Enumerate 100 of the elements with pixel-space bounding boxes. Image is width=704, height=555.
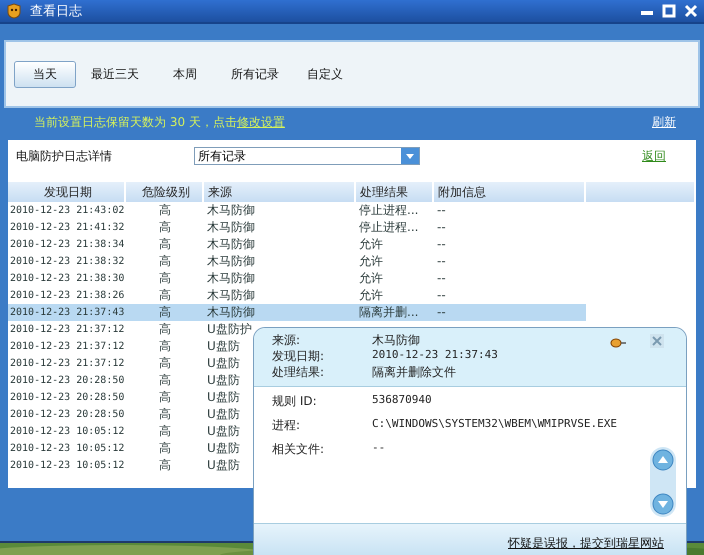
table-cell: U盘防 bbox=[207, 424, 240, 439]
table-cell: U盘防 bbox=[207, 458, 240, 473]
table-cell: 允许 bbox=[359, 254, 383, 269]
table-cell: U盘防 bbox=[207, 407, 240, 422]
table-cell: 高 bbox=[159, 373, 171, 388]
table-cell-text: 2010-12-23 10:05:12 bbox=[10, 425, 124, 439]
table-cell: 木马防御 bbox=[207, 288, 255, 303]
table-cell: 高 bbox=[159, 237, 171, 252]
table-cell-text: 2010-12-23 20:28:50 bbox=[10, 408, 124, 422]
table-cell: 高 bbox=[159, 203, 171, 218]
column-header[interactable]: 处理结果 bbox=[356, 182, 434, 202]
table-row[interactable]: 2010-12-23 21:38:34 高 木马防御 允许 -- bbox=[8, 236, 586, 253]
detail-label: 进程: bbox=[272, 417, 302, 434]
window-title: 查看日志 bbox=[30, 3, 83, 20]
table-cell: 木马防御 bbox=[207, 203, 255, 218]
scroll-up-button[interactable] bbox=[652, 449, 674, 471]
table-cell-text: 2010-12-23 20:28:50 bbox=[10, 374, 124, 388]
column-header[interactable]: 发现日期 bbox=[8, 182, 126, 202]
table-cell: 高 bbox=[159, 339, 171, 354]
table-cell: -- bbox=[437, 271, 446, 286]
pin-icon[interactable] bbox=[610, 338, 626, 348]
table-cell-text: 2010-12-23 21:41:32 bbox=[10, 221, 124, 235]
filter-label: 电脑防护日志详情 bbox=[16, 148, 113, 164]
table-cell: U盘防护 bbox=[207, 322, 252, 337]
column-header[interactable]: 附加信息 bbox=[434, 182, 586, 202]
table-cell: 停止进程... bbox=[359, 203, 418, 218]
detail-value: 木马防御 bbox=[372, 332, 421, 348]
maximize-icon[interactable] bbox=[662, 4, 676, 18]
table-cell: 木马防御 bbox=[207, 254, 255, 269]
table-cell: 木马防御 bbox=[207, 271, 255, 286]
table-cell: 高 bbox=[159, 356, 171, 371]
table-cell: 高 bbox=[159, 424, 171, 439]
table-cell: 木马防御 bbox=[207, 237, 255, 252]
column-header[interactable]: 危险级别 bbox=[126, 182, 204, 202]
table-row[interactable]: 2010-12-23 21:38:30 高 木马防御 允许 -- bbox=[8, 270, 586, 287]
table-cell: -- bbox=[437, 254, 446, 269]
report-link[interactable]: 怀疑是误报，提交到瑞星网站 bbox=[508, 535, 664, 552]
table-cell-text: 2010-12-23 10:05:12 bbox=[10, 442, 124, 456]
retention-notice: 当前设置日志保留天数为 30 天，点击 bbox=[34, 114, 237, 130]
table-cell: -- bbox=[437, 288, 446, 303]
table-cell: 允许 bbox=[359, 237, 383, 252]
detail-label: 来源: bbox=[272, 332, 302, 348]
detail-value: C:\WINDOWS\SYSTEM32\WBEM\WMIPRVSE.EXE bbox=[372, 417, 618, 432]
shield-icon bbox=[6, 3, 22, 19]
detail-label: 规则 ID: bbox=[272, 393, 318, 410]
table-cell: 木马防御 bbox=[207, 305, 255, 320]
scroll-down-button[interactable] bbox=[652, 493, 674, 515]
table-cell: 木马防御 bbox=[207, 220, 255, 235]
table-cell-text: 2010-12-23 21:38:34 bbox=[10, 238, 124, 252]
period-tab[interactable]: 所有记录 bbox=[224, 60, 286, 88]
detail-label: 相关文件: bbox=[272, 441, 326, 458]
table-cell-text: 2010-12-23 10:05:12 bbox=[10, 459, 124, 473]
table-cell: 高 bbox=[159, 441, 171, 456]
table-cell-text: 2010-12-23 21:37:12 bbox=[10, 340, 124, 354]
table-cell-text: 2010-12-23 21:38:26 bbox=[10, 289, 124, 303]
table-cell: 高 bbox=[159, 458, 171, 473]
table-cell: 高 bbox=[159, 322, 171, 337]
table-cell-text: 2010-12-23 21:37:12 bbox=[10, 323, 124, 337]
table-cell: -- bbox=[437, 237, 446, 252]
table-row[interactable]: 2010-12-23 21:38:26 高 木马防御 允许 -- bbox=[8, 287, 586, 304]
table-row[interactable]: 2010-12-23 21:37:43 高 木马防御 隔离并删... -- bbox=[8, 304, 586, 321]
table-cell: 停止进程... bbox=[359, 220, 418, 235]
table-cell: 高 bbox=[159, 407, 171, 422]
table-cell: 高 bbox=[159, 390, 171, 405]
back-link[interactable]: 返回 bbox=[642, 148, 666, 164]
table-cell-text: 2010-12-23 21:37:43 bbox=[10, 306, 124, 320]
table-cell: 允许 bbox=[359, 288, 383, 303]
close-icon[interactable] bbox=[684, 4, 698, 18]
table-cell: U盘防 bbox=[207, 339, 240, 354]
detail-label: 发现日期: bbox=[272, 348, 326, 364]
table-cell: U盘防 bbox=[207, 373, 240, 388]
table-cell-text: 2010-12-23 21:38:30 bbox=[10, 272, 124, 286]
table-cell: U盘防 bbox=[207, 356, 240, 371]
table-cell: -- bbox=[437, 220, 446, 235]
detail-label: 处理结果: bbox=[272, 364, 326, 380]
table-cell: 高 bbox=[159, 305, 171, 320]
table-cell-text: 2010-12-23 20:28:50 bbox=[10, 391, 124, 405]
table-cell: U盘防 bbox=[207, 441, 240, 456]
table-cell: 允许 bbox=[359, 271, 383, 286]
column-header[interactable]: 来源 bbox=[204, 182, 356, 202]
table-cell: 隔离并删... bbox=[359, 305, 418, 320]
period-tab[interactable]: 自定义 bbox=[294, 60, 356, 88]
period-tab[interactable]: 本周 bbox=[154, 60, 216, 88]
detail-value: 隔离并删除文件 bbox=[372, 364, 457, 380]
table-row[interactable]: 2010-12-23 21:41:32 高 木马防御 停止进程... -- bbox=[8, 219, 586, 236]
filter-dropdown[interactable]: 所有记录 bbox=[194, 147, 420, 165]
table-cell: 高 bbox=[159, 271, 171, 286]
table-cell-text: 2010-12-23 21:43:02 bbox=[10, 204, 124, 218]
detail-value: 536870940 bbox=[372, 393, 433, 408]
table-cell-text: 2010-12-23 21:38:32 bbox=[10, 255, 124, 269]
period-tab[interactable]: 当天 bbox=[14, 60, 76, 88]
detail-value: 2010-12-23 21:37:43 bbox=[372, 348, 499, 363]
table-cell: 高 bbox=[159, 288, 171, 303]
table-row[interactable]: 2010-12-23 21:38:32 高 木马防御 允许 -- bbox=[8, 253, 586, 270]
table-row[interactable]: 2010-12-23 21:43:02 高 木马防御 停止进程... -- bbox=[8, 202, 586, 219]
table-cell: -- bbox=[437, 305, 446, 320]
table-cell: 高 bbox=[159, 254, 171, 269]
period-tab[interactable]: 最近三天 bbox=[84, 60, 146, 88]
table-cell: U盘防 bbox=[207, 390, 240, 405]
refresh-link[interactable]: 刷新 bbox=[652, 114, 676, 130]
